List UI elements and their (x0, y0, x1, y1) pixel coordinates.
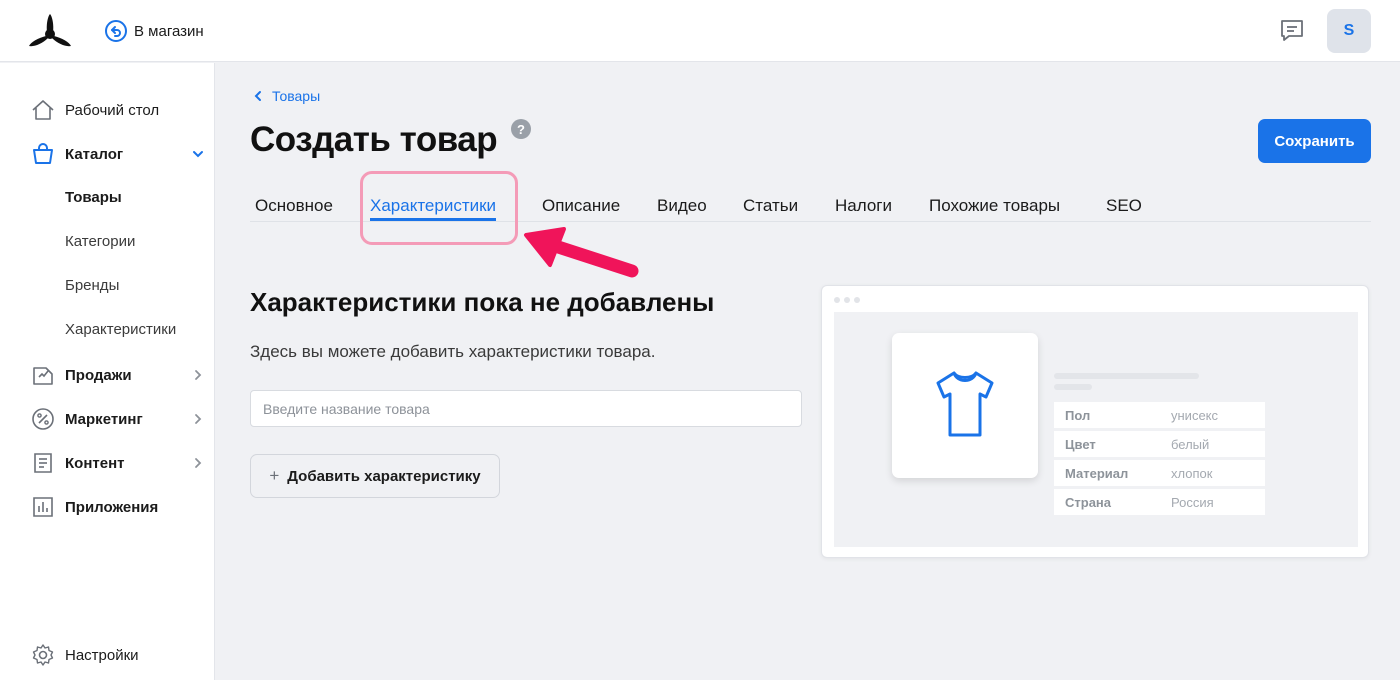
top-bar: В магазин S (0, 0, 1400, 62)
chevron-right-icon (195, 458, 202, 468)
add-attribute-label: Добавить характеристику (287, 467, 481, 485)
spec-row: Страна Россия (1054, 489, 1265, 515)
sidebar-subitem-label: Товары (65, 189, 122, 206)
tab-video[interactable]: Видео (657, 196, 707, 216)
tshirt-icon (936, 371, 994, 437)
sidebar-item-catalog[interactable]: Каталог (0, 132, 215, 176)
sidebar-item-label: Каталог (65, 145, 124, 163)
spec-value: белый (1171, 437, 1210, 452)
sidebar-item-label: Рабочий стол (65, 101, 160, 119)
spec-key: Пол (1065, 408, 1091, 423)
sidebar-subitem-products[interactable]: Товары (0, 176, 215, 220)
arrow-annotation-icon (524, 227, 639, 278)
spec-value: Россия (1171, 495, 1214, 510)
tab-description[interactable]: Описание (542, 196, 620, 216)
spec-row: Цвет белый (1054, 431, 1265, 457)
sidebar-item-label: Настройки (65, 646, 139, 664)
empty-state-title: Характеристики пока не добавлены (250, 287, 715, 317)
tab-taxes[interactable]: Налоги (835, 196, 892, 216)
spec-value: унисекс (1171, 408, 1219, 423)
product-card (892, 333, 1038, 478)
gear-icon (32, 644, 54, 666)
empty-state-description: Здесь вы можете добавить характеристики … (250, 342, 656, 361)
sidebar-subitem-categories[interactable]: Категории (0, 220, 215, 264)
chevron-down-icon (193, 151, 203, 158)
tab-seo[interactable]: SEO (1106, 196, 1142, 216)
sidebar-subitem-brands[interactable]: Бренды (0, 264, 215, 308)
tab-related-products[interactable]: Похожие товары (929, 196, 1060, 216)
plus-icon: + (269, 466, 280, 485)
back-to-store-label: В магазин (134, 22, 204, 40)
spec-value: хлопок (1171, 466, 1213, 481)
logo-icon[interactable] (28, 12, 72, 48)
sidebar-subitem-label: Категории (65, 233, 136, 250)
spec-key: Цвет (1065, 437, 1096, 452)
sidebar-item-sales[interactable]: Продажи (0, 353, 215, 397)
sidebar-subitem-label: Характеристики (65, 321, 177, 338)
sidebar-item-label: Продажи (65, 366, 132, 384)
back-circle-icon (105, 20, 127, 42)
tab-basic[interactable]: Основное (255, 196, 333, 216)
add-attribute-button[interactable]: + Добавить характеристику (250, 454, 500, 498)
sidebar-item-label: Контент (65, 454, 125, 472)
sidebar: Рабочий стол Каталог Товары Категории Бр… (0, 63, 215, 680)
sidebar-subitem-label: Бренды (65, 277, 120, 294)
spec-key: Материал (1065, 466, 1129, 481)
attribute-name-input[interactable] (250, 390, 802, 427)
attributes-illustration: Пол унисекс Цвет белый Материал хлопок С… (821, 285, 1369, 558)
sidebar-item-apps[interactable]: Приложения (0, 485, 215, 529)
spec-row: Материал хлопок (1054, 460, 1265, 486)
chevron-right-icon (195, 414, 202, 424)
chevron-right-icon (195, 370, 202, 380)
breadcrumb-label: Товары (272, 88, 321, 104)
back-to-store-link[interactable]: В магазин (104, 19, 204, 43)
user-avatar[interactable]: S (1327, 9, 1371, 53)
sidebar-item-label: Маркетинг (65, 410, 143, 428)
chevron-left-icon (254, 91, 261, 101)
home-icon (32, 100, 54, 120)
shopping-bag-icon (33, 143, 53, 164)
sidebar-item-content[interactable]: Контент (0, 441, 215, 485)
help-icon[interactable]: ? (511, 119, 531, 139)
sidebar-item-settings[interactable]: Настройки (0, 633, 215, 677)
sidebar-item-label: Приложения (65, 498, 159, 516)
breadcrumb[interactable]: Товары (254, 88, 320, 104)
spec-row: Пол унисекс (1054, 402, 1265, 428)
sidebar-item-dashboard[interactable]: Рабочий стол (0, 88, 215, 132)
sales-folder-icon (33, 367, 53, 385)
illustration-canvas: Пол унисекс Цвет белый Материал хлопок С… (834, 312, 1358, 547)
document-icon (34, 453, 52, 473)
sidebar-item-marketing[interactable]: Маркетинг (0, 397, 215, 441)
page-title: Создать товар (250, 120, 498, 159)
percent-icon (32, 408, 54, 430)
sidebar-subitem-attributes[interactable]: Характеристики (0, 308, 215, 352)
skeleton-line (1054, 384, 1092, 390)
tab-articles[interactable]: Статьи (743, 196, 798, 216)
tab-highlight-box (360, 171, 518, 245)
skeleton-line (1054, 373, 1199, 379)
spec-key: Страна (1065, 495, 1112, 510)
bar-chart-icon (33, 497, 53, 517)
window-dots (834, 297, 860, 303)
message-icon[interactable] (1279, 19, 1305, 43)
save-button[interactable]: Сохранить (1258, 119, 1371, 163)
